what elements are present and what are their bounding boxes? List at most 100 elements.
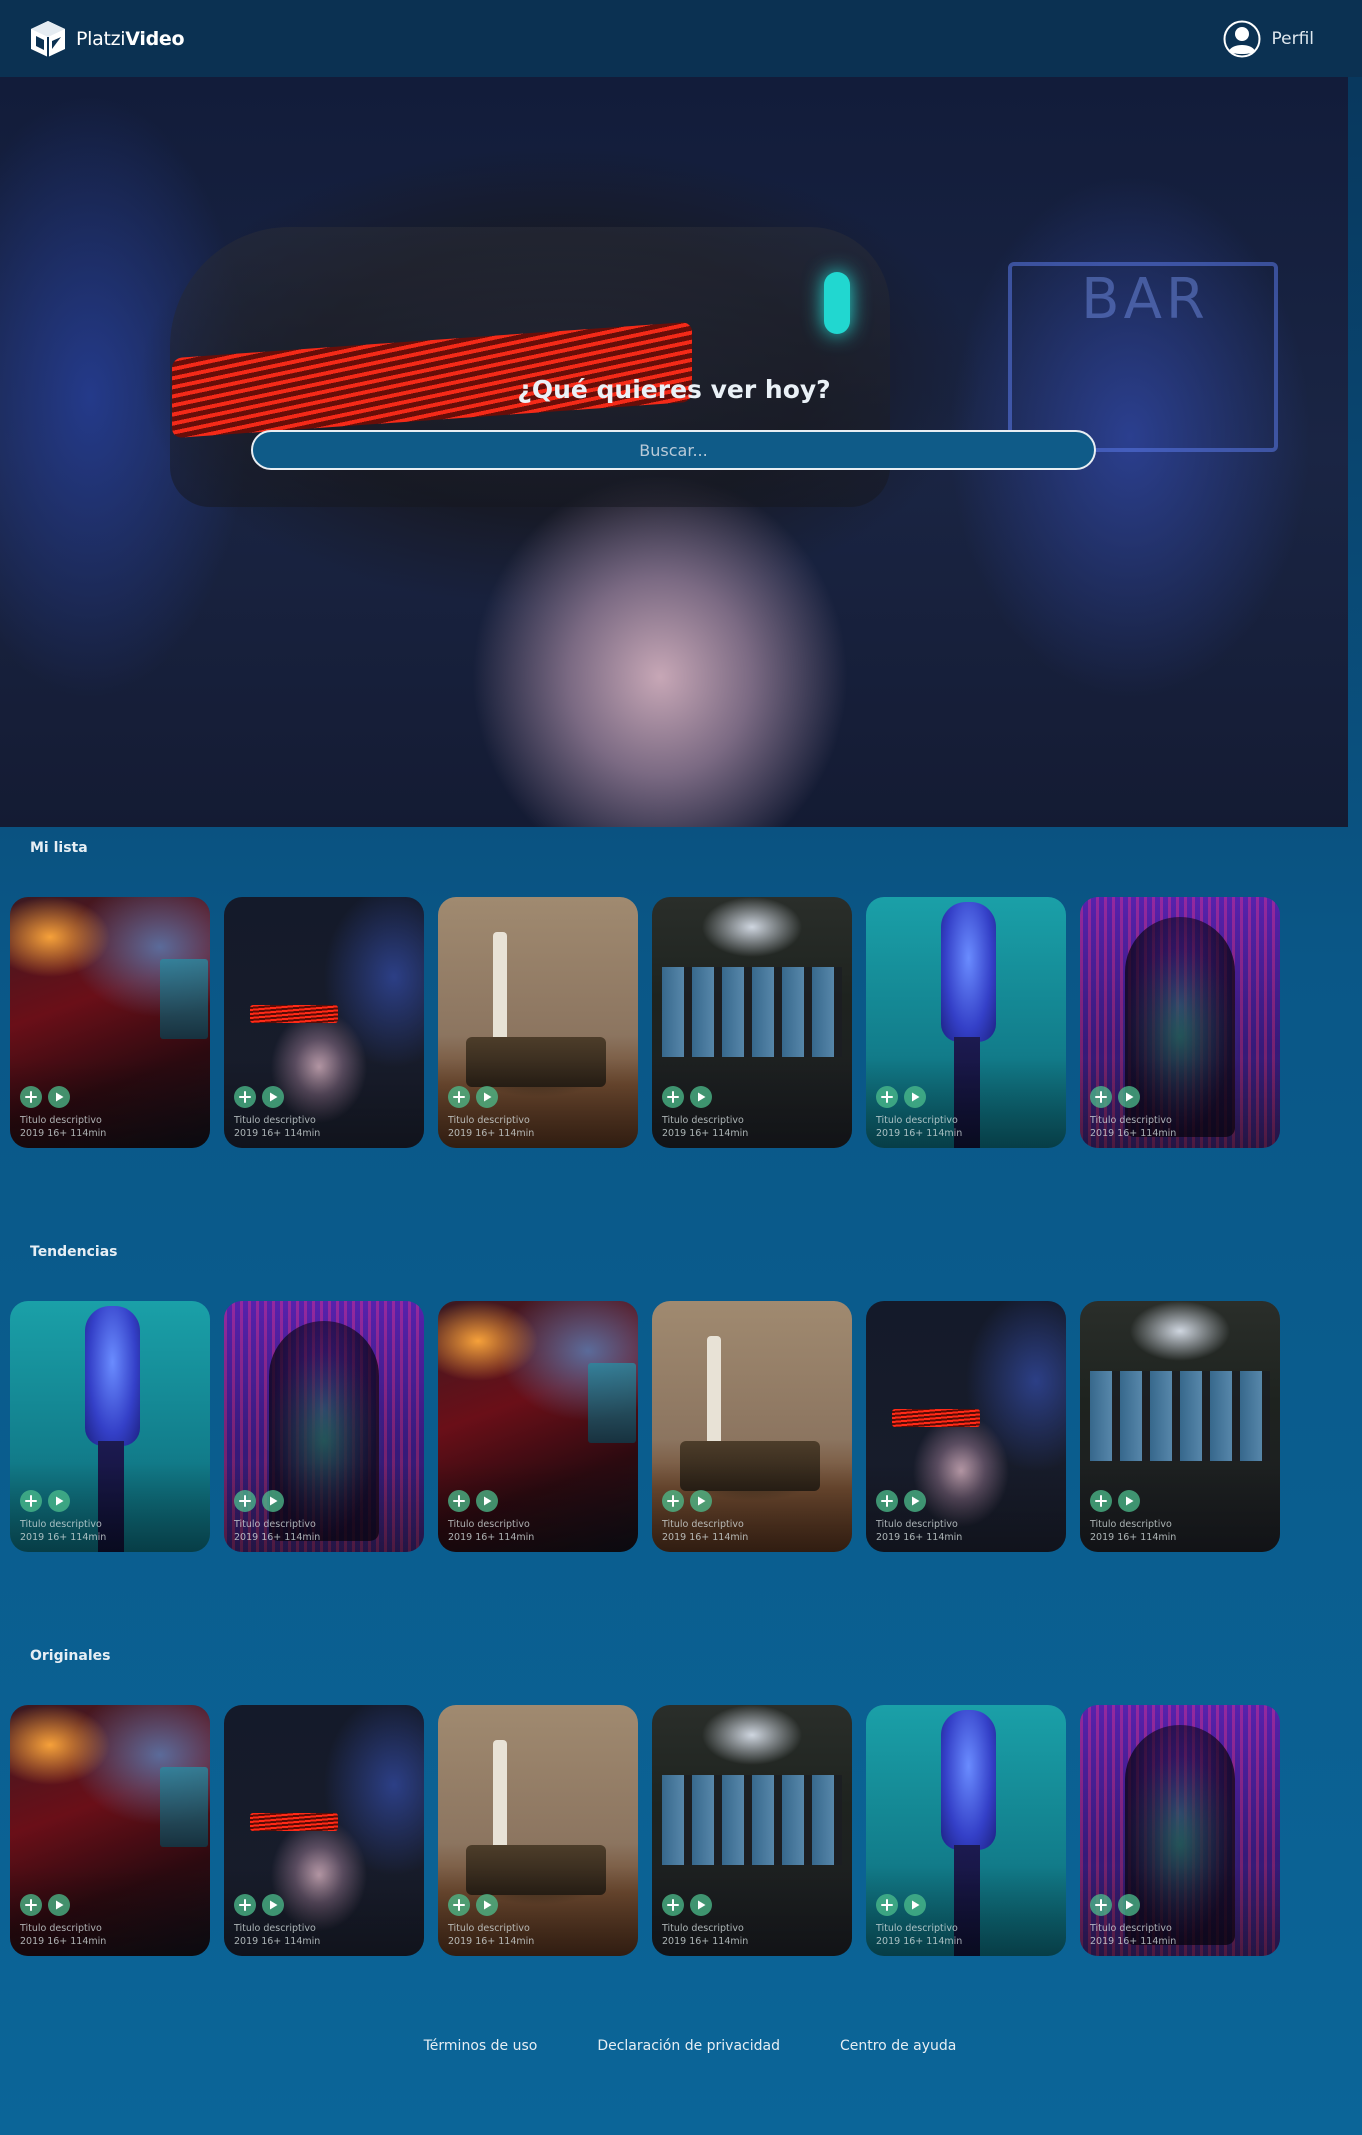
carousel-item-title: Titulo descriptivo (662, 1115, 744, 1126)
hero-title: ¿Qué quieres ver hoy? (517, 375, 831, 404)
plus-icon[interactable] (234, 1490, 256, 1512)
carousel-item-meta: 2019 16+ 114min (876, 1532, 963, 1543)
carousel-item-title: Titulo descriptivo (448, 1115, 530, 1126)
play-icon[interactable] (262, 1490, 284, 1512)
plus-icon[interactable] (1090, 1894, 1112, 1916)
carousel-item-actions (234, 1894, 284, 1916)
carousel-item[interactable]: Titulo descriptivo 2019 16+ 114min (866, 897, 1066, 1148)
carousel-item-meta: 2019 16+ 114min (876, 1936, 963, 1947)
plus-icon[interactable] (876, 1086, 898, 1108)
carousel-item-actions (20, 1490, 70, 1512)
carousel-item-title: Titulo descriptivo (876, 1115, 958, 1126)
carousel-item-actions (876, 1894, 926, 1916)
search-input[interactable] (251, 430, 1096, 470)
play-icon[interactable] (904, 1086, 926, 1108)
plus-icon[interactable] (448, 1894, 470, 1916)
carousel-item-meta: 2019 16+ 114min (662, 1936, 749, 1947)
footer-link-privacy[interactable]: Declaración de privacidad (597, 2038, 780, 2054)
carousel-item[interactable]: Titulo descriptivo 2019 16+ 114min (10, 897, 210, 1148)
carousel-item-actions (234, 1086, 284, 1108)
carousel-item-meta: 2019 16+ 114min (1090, 1128, 1177, 1139)
carousel-item[interactable]: Titulo descriptivo 2019 16+ 114min (866, 1301, 1066, 1552)
profile-menu[interactable]: Perfil (1223, 20, 1314, 58)
carousel-item-actions (662, 1086, 712, 1108)
carousel-item-title: Titulo descriptivo (448, 1519, 530, 1530)
plus-icon[interactable] (234, 1894, 256, 1916)
play-icon[interactable] (262, 1894, 284, 1916)
plus-icon[interactable] (662, 1490, 684, 1512)
plus-icon[interactable] (234, 1086, 256, 1108)
carousel-item-meta: 2019 16+ 114min (662, 1532, 749, 1543)
carousel-item-actions (448, 1086, 498, 1108)
play-icon[interactable] (476, 1086, 498, 1108)
play-icon[interactable] (476, 1490, 498, 1512)
plus-icon[interactable] (1090, 1086, 1112, 1108)
carousel-item-actions (1090, 1894, 1140, 1916)
footer-link-terms[interactable]: Términos de uso (424, 2038, 538, 2054)
carousel-item[interactable]: Titulo descriptivo 2019 16+ 114min (1080, 897, 1280, 1148)
carousel-item-actions (876, 1490, 926, 1512)
carousel-item[interactable]: Titulo descriptivo 2019 16+ 114min (224, 897, 424, 1148)
play-icon[interactable] (904, 1490, 926, 1512)
plus-icon[interactable] (876, 1490, 898, 1512)
platzi-video-cube-icon (31, 20, 65, 57)
carousel-item-title: Titulo descriptivo (234, 1923, 316, 1934)
carousel-item[interactable]: Titulo descriptivo 2019 16+ 114min (224, 1705, 424, 1956)
play-icon[interactable] (48, 1490, 70, 1512)
carousel-item[interactable]: Titulo descriptivo 2019 16+ 114min (438, 1705, 638, 1956)
carousel-item-actions (1090, 1490, 1140, 1512)
carousel-item[interactable]: Titulo descriptivo 2019 16+ 114min (1080, 1301, 1280, 1552)
carousel-item[interactable]: Titulo descriptivo 2019 16+ 114min (652, 1705, 852, 1956)
carousel-item-title: Titulo descriptivo (234, 1115, 316, 1126)
carousel-item-title: Titulo descriptivo (662, 1923, 744, 1934)
carousel-item[interactable]: Titulo descriptivo 2019 16+ 114min (652, 1301, 852, 1552)
plus-icon[interactable] (20, 1894, 42, 1916)
carousel-item-title: Titulo descriptivo (20, 1923, 102, 1934)
carousel-item-actions (448, 1490, 498, 1512)
plus-icon[interactable] (1090, 1490, 1112, 1512)
carousel-originales: Titulo descriptivo 2019 16+ 114min Titulo … (10, 1705, 1350, 1956)
carousel-item-title: Titulo descriptivo (876, 1519, 958, 1530)
carousel-item[interactable]: Titulo descriptivo 2019 16+ 114min (1080, 1705, 1280, 1956)
carousel-item[interactable]: Titulo descriptivo 2019 16+ 114min (224, 1301, 424, 1552)
user-avatar-icon (1223, 20, 1261, 57)
plus-icon[interactable] (20, 1490, 42, 1512)
play-icon[interactable] (1118, 1894, 1140, 1916)
play-icon[interactable] (48, 1894, 70, 1916)
section-title-originales: Originales (30, 1648, 111, 1664)
play-icon[interactable] (690, 1894, 712, 1916)
footer-link-help[interactable]: Centro de ayuda (840, 2038, 956, 2054)
carousel-item[interactable]: Titulo descriptivo 2019 16+ 114min (10, 1705, 210, 1956)
play-icon[interactable] (48, 1086, 70, 1108)
play-icon[interactable] (1118, 1490, 1140, 1512)
play-icon[interactable] (904, 1894, 926, 1916)
play-icon[interactable] (476, 1894, 498, 1916)
plus-icon[interactable] (662, 1894, 684, 1916)
carousel-item[interactable]: Titulo descriptivo 2019 16+ 114min (438, 897, 638, 1148)
carousel-item-title: Titulo descriptivo (662, 1519, 744, 1530)
carousel-item[interactable]: Titulo descriptivo 2019 16+ 114min (438, 1301, 638, 1552)
play-icon[interactable] (690, 1490, 712, 1512)
carousel-item-title: Titulo descriptivo (1090, 1115, 1172, 1126)
carousel-item-meta: 2019 16+ 114min (234, 1128, 321, 1139)
play-icon[interactable] (262, 1086, 284, 1108)
carousel-item-meta: 2019 16+ 114min (662, 1128, 749, 1139)
carousel-item-meta: 2019 16+ 114min (876, 1128, 963, 1139)
footer: Términos de uso Declaración de privacida… (0, 2038, 1362, 2054)
plus-icon[interactable] (876, 1894, 898, 1916)
play-icon[interactable] (690, 1086, 712, 1108)
carousel-item-actions (662, 1894, 712, 1916)
carousel-tendencias: Titulo descriptivo 2019 16+ 114min Titulo … (10, 1301, 1350, 1552)
carousel-item[interactable]: Titulo descriptivo 2019 16+ 114min (10, 1301, 210, 1552)
carousel-item[interactable]: Titulo descriptivo 2019 16+ 114min (652, 897, 852, 1148)
top-header: PlatziVideo Perfil (0, 0, 1362, 77)
plus-icon[interactable] (448, 1086, 470, 1108)
plus-icon[interactable] (662, 1086, 684, 1108)
plus-icon[interactable] (448, 1490, 470, 1512)
carousel-item[interactable]: Titulo descriptivo 2019 16+ 114min (866, 1705, 1066, 1956)
play-icon[interactable] (1118, 1086, 1140, 1108)
carousel-item-actions (234, 1490, 284, 1512)
brand-logo[interactable]: PlatziVideo (28, 19, 185, 59)
carousel-item-meta: 2019 16+ 114min (234, 1532, 321, 1543)
plus-icon[interactable] (20, 1086, 42, 1108)
